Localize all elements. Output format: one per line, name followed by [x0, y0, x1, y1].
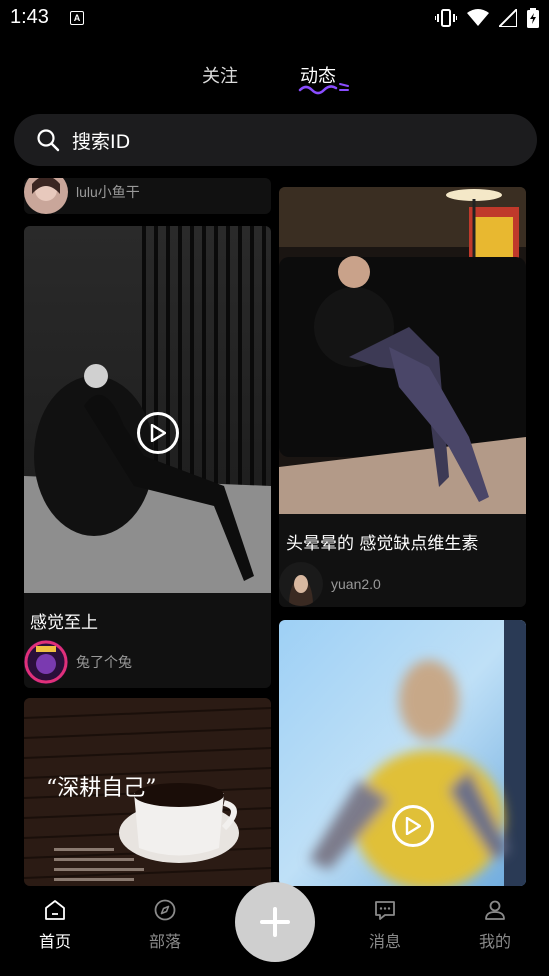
bottom-nav: 首页 部落 消息 我的: [0, 882, 549, 976]
nav-home-label: 首页: [38, 932, 71, 951]
card-image: [24, 226, 271, 593]
author-name: 兔了个兔: [76, 654, 132, 670]
card-author[interactable]: lulu小鱼干: [24, 178, 140, 214]
card-caption: “深耕自己”: [46, 776, 157, 801]
card-image: [279, 187, 526, 514]
feed-card[interactable]: [279, 620, 526, 886]
avatar: [24, 640, 68, 684]
play-icon: [150, 424, 166, 442]
search-bar[interactable]: 搜索ID: [14, 114, 537, 166]
wifi-icon: [467, 9, 489, 26]
nav-messages[interactable]: 消息: [345, 898, 425, 952]
play-icon: [405, 817, 421, 835]
card-title: 头晕晕的 感觉缺点维生素: [286, 534, 479, 554]
nav-messages-label: 消息: [368, 932, 401, 951]
status-bar: 1:43 A: [0, 0, 549, 36]
top-tabs: 关注 动态: [0, 62, 549, 96]
active-tab-indicator: [298, 83, 349, 95]
tab-follow[interactable]: 关注: [202, 62, 238, 88]
notification-a-icon: A: [70, 11, 84, 25]
nav-tribe-label: 部落: [148, 932, 181, 951]
status-icons: [435, 8, 539, 28]
search-icon: [37, 129, 60, 152]
card-author[interactable]: yuan2.0: [279, 562, 381, 606]
feed-card[interactable]: “深耕自己”: [24, 698, 271, 886]
card-author[interactable]: 兔了个兔: [24, 640, 132, 684]
status-time: 1:43: [10, 6, 49, 28]
vibrate-icon: [435, 9, 457, 27]
signal-icon: [499, 9, 517, 27]
feed-card-partial[interactable]: lulu小鱼干: [24, 178, 271, 214]
feed-card[interactable]: 头晕晕的 感觉缺点维生素 yuan2.0: [279, 187, 526, 607]
card-title: 感觉至上: [30, 613, 98, 633]
plus-icon: [260, 907, 290, 937]
nav-profile[interactable]: 我的: [455, 898, 535, 952]
play-button[interactable]: [137, 412, 179, 454]
nav-home[interactable]: 首页: [15, 898, 95, 952]
profile-icon: [485, 900, 505, 920]
avatar: [279, 562, 323, 606]
nav-profile-label: 我的: [478, 932, 511, 951]
play-button[interactable]: [392, 805, 434, 847]
battery-icon: [527, 8, 539, 28]
create-post-button[interactable]: [235, 882, 315, 962]
message-icon: [375, 901, 395, 920]
author-name: yuan2.0: [331, 576, 381, 592]
home-icon: [45, 900, 65, 920]
compass-icon: [154, 899, 176, 921]
card-image: [279, 620, 526, 886]
avatar: [24, 178, 68, 214]
feed-card[interactable]: 感觉至上 兔了个兔: [24, 226, 271, 688]
search-input[interactable]: 搜索ID: [72, 127, 130, 154]
author-name: lulu小鱼干: [76, 184, 140, 200]
nav-tribe[interactable]: 部落: [125, 898, 205, 952]
